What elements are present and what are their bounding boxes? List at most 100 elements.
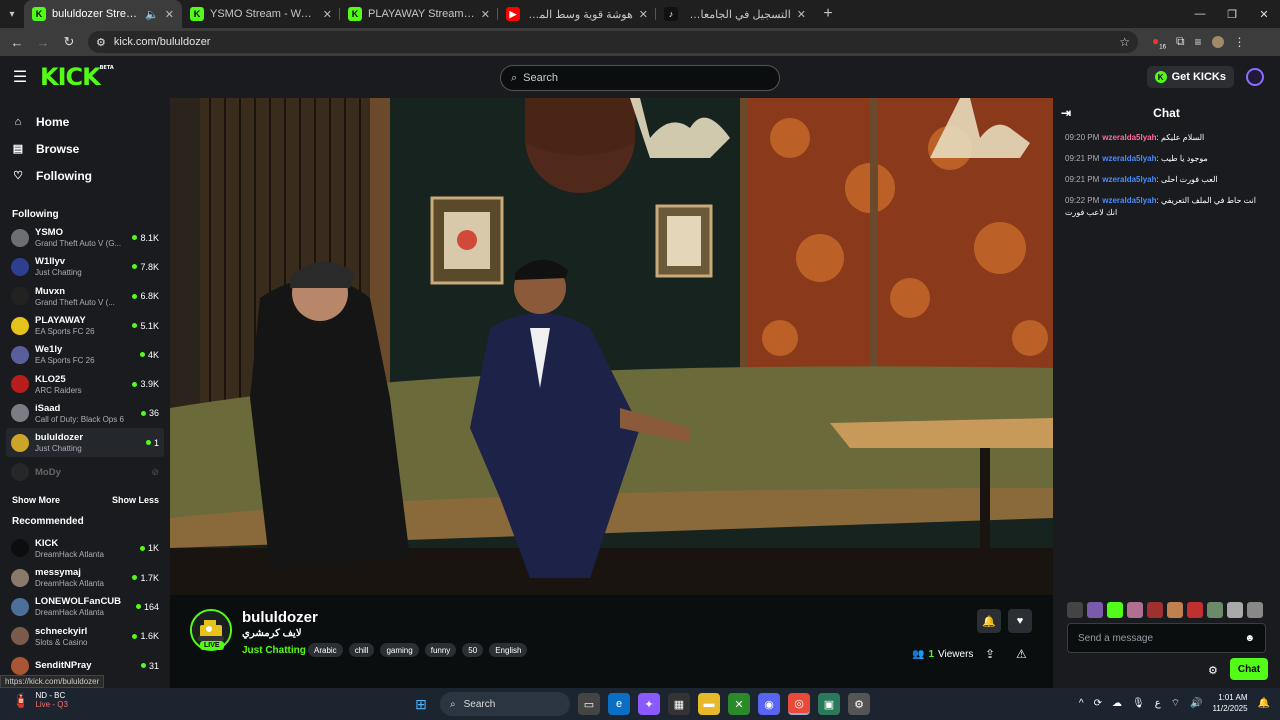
user-avatar[interactable]: [1246, 68, 1264, 86]
message-username[interactable]: wzeralda5lyah: [1102, 175, 1156, 184]
address-bar[interactable]: ⚙ kick.com/bululdozer ☆: [88, 31, 1138, 53]
tab-audio-icon[interactable]: 🔈: [145, 8, 159, 21]
task-view-icon[interactable]: ▭: [578, 693, 600, 715]
channel-item[interactable]: KICK DreamHack Atlanta 1K: [0, 534, 170, 563]
channel-item[interactable]: KLO25 ARC Raiders 3.9K: [0, 369, 170, 398]
channel-item[interactable]: LONEWOLFanCUB DreamHack Atlanta 164: [0, 592, 170, 621]
network-icon[interactable]: ⌔: [1171, 697, 1180, 710]
new-tab-button[interactable]: +: [814, 0, 842, 28]
channel-item[interactable]: YSMO Grand Theft Auto V (G... 8.1K: [0, 223, 170, 252]
volume-icon[interactable]: 🔊: [1190, 698, 1202, 709]
reload-icon[interactable]: ↻: [58, 31, 80, 53]
emote[interactable]: [1127, 602, 1143, 618]
emote[interactable]: [1207, 602, 1223, 618]
emote[interactable]: [1107, 602, 1123, 618]
taskbar-search[interactable]: ⌕ Search: [440, 692, 570, 716]
minimize-icon[interactable]: —: [1184, 0, 1216, 28]
microphone-icon[interactable]: 🎙: [1132, 698, 1145, 709]
send-chat-button[interactable]: Chat: [1230, 658, 1268, 680]
close-tab-icon[interactable]: ✕: [639, 8, 648, 21]
extension-badge-icon[interactable]: ●16: [1152, 34, 1166, 50]
media-control-icon[interactable]: ≡: [1195, 35, 1202, 49]
stream-tag[interactable]: 50: [462, 643, 484, 657]
back-icon[interactable]: ←: [6, 31, 28, 53]
browser-tab[interactable]: ▶ هوشة قوية وسط المباراة ✕: [498, 0, 656, 28]
tray-chevron-icon[interactable]: ^: [1079, 698, 1084, 709]
emote[interactable]: [1087, 602, 1103, 618]
stream-tag[interactable]: gaming: [380, 643, 419, 657]
tab-search-button[interactable]: ▾: [0, 0, 24, 28]
emote[interactable]: [1227, 602, 1243, 618]
stream-tag[interactable]: chill: [348, 643, 375, 657]
forward-icon[interactable]: →: [32, 31, 54, 53]
channel-item[interactable]: We1ly EA Sports FC 26 4K: [0, 340, 170, 369]
emoji-icon[interactable]: ☻: [1244, 633, 1255, 644]
collapse-chat-icon[interactable]: ⇥: [1061, 106, 1071, 120]
menu-icon[interactable]: ☰: [0, 67, 40, 87]
close-tab-icon[interactable]: ✕: [323, 8, 332, 21]
nav-home[interactable]: ⌂ Home: [0, 108, 170, 135]
language-icon[interactable]: ع: [1155, 698, 1161, 709]
stream-tag[interactable]: English: [489, 643, 528, 657]
app-icon[interactable]: ▣: [818, 693, 840, 715]
copilot-icon[interactable]: ✦: [638, 693, 660, 715]
emote[interactable]: [1067, 602, 1083, 618]
get-kicks-button[interactable]: K Get KICKs: [1146, 66, 1234, 88]
maximize-icon[interactable]: ❐: [1216, 0, 1248, 28]
bookmark-star-icon[interactable]: ☆: [1119, 35, 1130, 49]
browser-tab[interactable]: K bululdozer Stream - Watch 🔈 ✕: [24, 0, 182, 28]
browser-menu-icon[interactable]: ⋮: [1234, 35, 1246, 49]
channel-name[interactable]: bululdozer: [242, 609, 318, 626]
show-more-button[interactable]: Show More: [12, 495, 60, 505]
emote[interactable]: [1247, 602, 1263, 618]
kick-logo[interactable]: KICK BETA: [40, 63, 114, 91]
onedrive-icon[interactable]: ☁: [1112, 698, 1122, 709]
settings-icon[interactable]: ⚙: [848, 693, 870, 715]
clock[interactable]: 1:01 AM 11/2/2025: [1213, 692, 1248, 714]
report-icon[interactable]: ⚠: [1016, 647, 1027, 661]
channel-item[interactable]: bululdozer Just Chatting 1: [6, 428, 164, 458]
notifications-icon[interactable]: 🔔: [1258, 698, 1270, 709]
browser-tab[interactable]: K PLAYAWAY Stream - Watch Live ✕: [340, 0, 498, 28]
message-username[interactable]: wzeralda5lyah: [1102, 133, 1156, 142]
chrome-icon[interactable]: ◎: [788, 693, 810, 715]
search-input[interactable]: ⌕ Search: [500, 65, 780, 91]
message-username[interactable]: wzeralda5lyah: [1102, 196, 1156, 205]
discord-icon[interactable]: ◉: [758, 693, 780, 715]
channel-item[interactable]: schneckyirl Slots & Casino 1.6K: [0, 622, 170, 651]
chat-message-input[interactable]: Send a message ☻: [1067, 623, 1266, 653]
close-tab-icon[interactable]: ✕: [797, 8, 806, 21]
show-less-button[interactable]: Show Less: [112, 495, 159, 505]
channel-item[interactable]: W1llyv Just Chatting 7.8K: [0, 252, 170, 281]
site-info-icon[interactable]: ⚙: [96, 36, 106, 49]
emote[interactable]: [1167, 602, 1183, 618]
video-player[interactable]: [170, 98, 1053, 595]
file-explorer-icon[interactable]: ▬: [698, 693, 720, 715]
close-tab-icon[interactable]: ✕: [481, 8, 490, 21]
stream-tag[interactable]: Arabic: [308, 643, 343, 657]
emote[interactable]: [1147, 602, 1163, 618]
emote[interactable]: [1187, 602, 1203, 618]
nav-browse[interactable]: ▤ Browse: [0, 135, 170, 162]
weather-widget[interactable]: 🧯 ND - BC Live - Q3: [12, 691, 68, 709]
browser-tab[interactable]: ♪ التسجيل في الجامعات (@sajjel) ✕: [656, 0, 814, 28]
xbox-icon[interactable]: ✕: [728, 693, 750, 715]
message-username[interactable]: wzeralda5lyah: [1102, 154, 1156, 163]
close-tab-icon[interactable]: ✕: [165, 8, 174, 21]
follow-button[interactable]: ♥: [1008, 609, 1032, 633]
stream-category[interactable]: Just Chatting: [242, 645, 306, 656]
stream-tag[interactable]: funny: [424, 643, 457, 657]
store-icon[interactable]: ▦: [668, 693, 690, 715]
extensions-icon[interactable]: ⧉: [1176, 34, 1185, 49]
channel-item-offline[interactable]: MoDy ⊘: [0, 457, 170, 486]
channel-item[interactable]: Muvxn Grand Theft Auto V (... 6.8K: [0, 282, 170, 311]
channel-item[interactable]: PLAYAWAY EA Sports FC 26 5.1K: [0, 311, 170, 340]
channel-item[interactable]: iSaad Call of Duty: Black Ops 6 36: [0, 399, 170, 428]
share-icon[interactable]: ⇪: [985, 647, 995, 661]
profile-avatar-icon[interactable]: [1211, 35, 1224, 48]
edge-icon[interactable]: e: [608, 693, 630, 715]
windows-start-icon[interactable]: ⊞: [410, 693, 432, 715]
notifications-button[interactable]: 🔔: [977, 609, 1001, 633]
close-window-icon[interactable]: ✕: [1248, 0, 1280, 28]
channel-item[interactable]: messymaj DreamHack Atlanta 1.7K: [0, 563, 170, 592]
